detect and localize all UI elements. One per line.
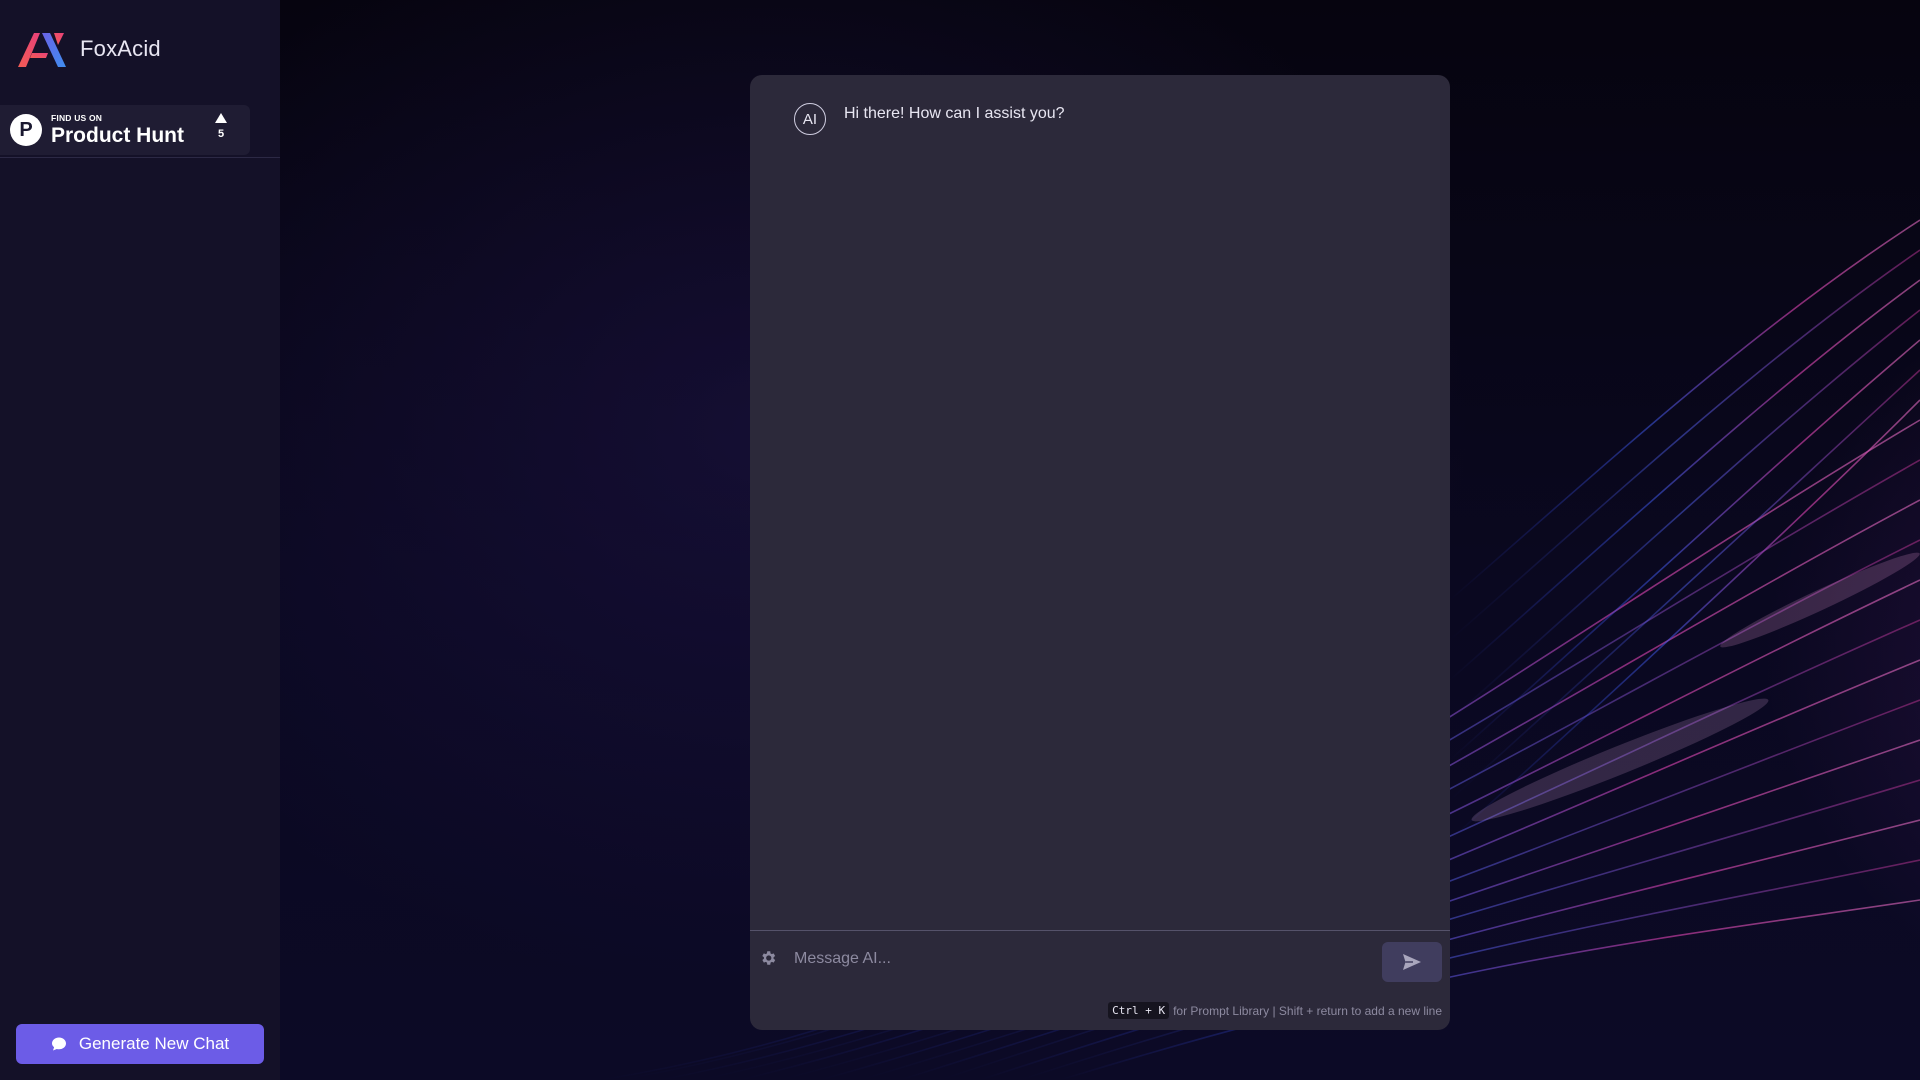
sidebar: FoxAcid P FIND US ON Product Hunt 5 Gene…: [0, 0, 280, 1080]
product-hunt-badge[interactable]: P FIND US ON Product Hunt 5: [0, 105, 250, 155]
chat-bubble-icon: [51, 1037, 66, 1051]
ai-message: AI Hi there! How can I assist you?: [794, 103, 1065, 135]
send-button[interactable]: [1382, 942, 1442, 982]
ai-avatar: AI: [794, 103, 826, 135]
product-hunt-logo-icon: P: [10, 114, 42, 146]
ai-message-text: Hi there! How can I assist you?: [844, 105, 1065, 122]
product-hunt-text: FIND US ON Product Hunt: [51, 114, 184, 147]
sidebar-divider: [0, 157, 280, 158]
shortcut-key: Ctrl + K: [1108, 1002, 1170, 1019]
product-hunt-title: Product Hunt: [51, 124, 184, 148]
app-name: FoxAcid: [80, 36, 161, 61]
gear-icon[interactable]: [759, 949, 777, 967]
generate-new-chat-button[interactable]: Generate New Chat: [16, 1024, 264, 1064]
product-hunt-votes: 5: [212, 113, 230, 140]
hint-text: for Prompt Library | Shift + return to a…: [1173, 1003, 1442, 1018]
message-input[interactable]: [792, 943, 1416, 975]
foxacid-logo-icon: [18, 33, 66, 67]
composer-divider: [750, 930, 1450, 931]
vote-count: 5: [217, 128, 225, 140]
composer-hint: Ctrl + K for Prompt Library | Shift + re…: [1108, 1002, 1442, 1019]
brand[interactable]: FoxAcid: [18, 30, 161, 68]
upvote-arrow-icon: [215, 113, 227, 123]
generate-new-chat-label: Generate New Chat: [78, 1034, 230, 1053]
chat-panel: AI Hi there! How can I assist you? Ctrl …: [750, 75, 1450, 1030]
send-icon: [1403, 954, 1421, 970]
app-root: FoxAcid P FIND US ON Product Hunt 5 Gene…: [0, 0, 1920, 1080]
product-hunt-kicker: FIND US ON: [51, 112, 103, 123]
